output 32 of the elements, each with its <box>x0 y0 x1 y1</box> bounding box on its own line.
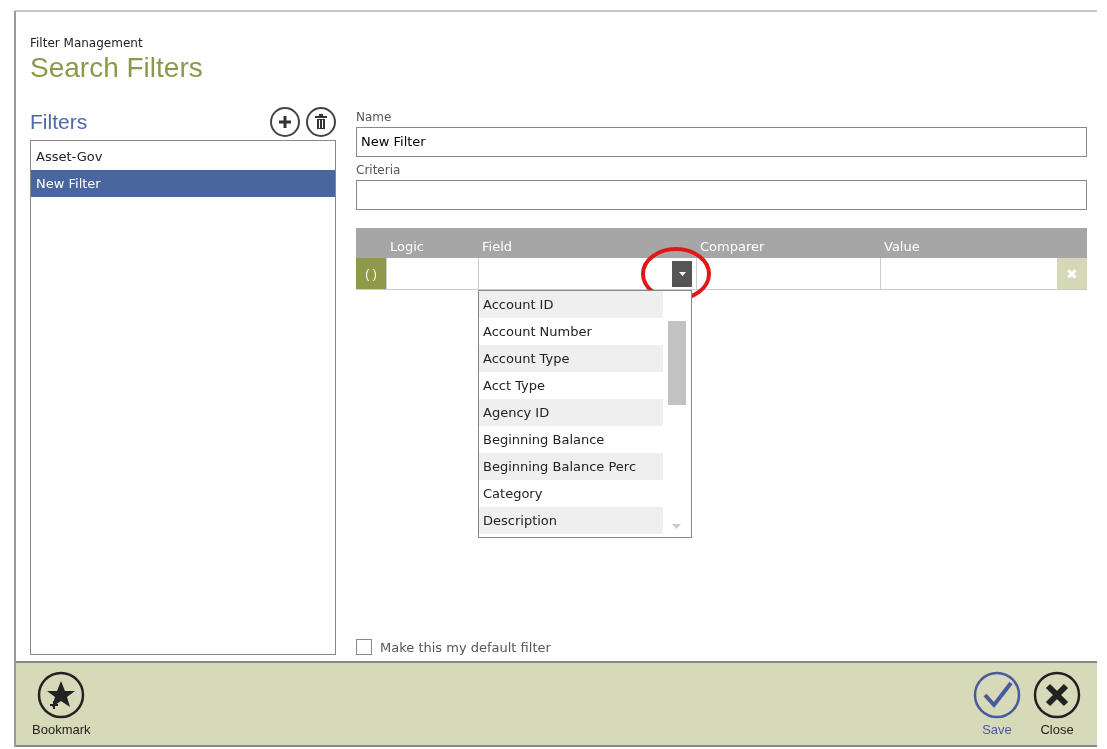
column-header: Comparer <box>700 239 765 254</box>
delete-button[interactable] <box>306 107 336 137</box>
default-checkbox[interactable] <box>356 639 372 655</box>
close-button[interactable]: Close <box>1033 671 1081 737</box>
checkmark-icon <box>973 671 1021 719</box>
page-title: Search Filters <box>30 52 204 84</box>
criteria-field[interactable] <box>356 180 1087 210</box>
name-label: Name <box>356 110 393 124</box>
checkbox-label: Make this my default filter <box>380 639 551 655</box>
dropdown-option[interactable]: Agency ID <box>479 399 663 426</box>
dropdown-option[interactable]: Account ID <box>479 291 663 318</box>
column-header: Value <box>884 239 920 254</box>
dropdown-option[interactable]: Account Type <box>479 345 663 372</box>
dropdown-option[interactable]: Description <box>479 507 663 534</box>
save-button[interactable]: Save <box>973 671 1021 737</box>
close-icon <box>1033 671 1081 719</box>
plus-icon <box>278 115 292 129</box>
criteria-label: Criteria <box>356 163 402 177</box>
filter-list-item[interactable]: New Filter <box>31 170 335 197</box>
name-field[interactable]: New Filter <box>356 127 1087 157</box>
add-button[interactable] <box>270 107 300 137</box>
trash-icon <box>314 114 328 130</box>
caret-icon <box>678 271 686 276</box>
bookmark-button[interactable]: Bookmark <box>32 671 91 737</box>
dropdown-button[interactable] <box>672 260 692 287</box>
column-header: Field <box>482 239 512 254</box>
window-subtitle: Filter Management <box>30 36 144 50</box>
scrollbar-thumb[interactable] <box>668 321 686 405</box>
scroll-down-icon <box>672 524 681 529</box>
filters-heading: Filters <box>30 110 88 134</box>
dropdown-option[interactable]: Beginning Balance Perc <box>479 453 663 480</box>
column-header: Logic <box>390 239 424 254</box>
